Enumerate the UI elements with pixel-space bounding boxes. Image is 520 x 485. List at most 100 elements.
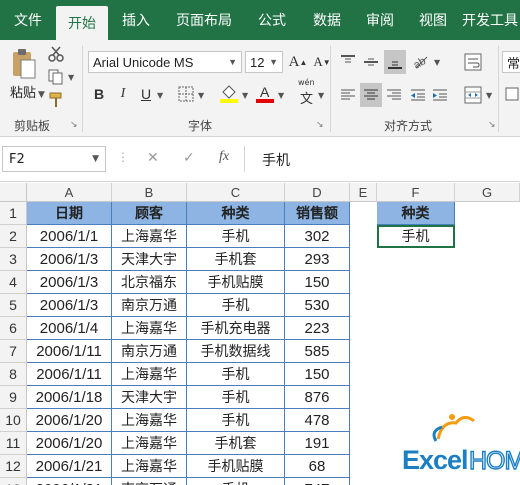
column-header-b[interactable]: B <box>112 183 187 202</box>
formula-input[interactable]: 手机 <box>262 150 290 170</box>
customer-cell[interactable]: 北京福东 <box>112 271 187 294</box>
table-header-cell[interactable]: 销售额 <box>285 202 350 225</box>
paste-icon[interactable] <box>8 46 38 82</box>
row-header[interactable]: 12 <box>0 455 27 478</box>
sales-cell[interactable]: 747 <box>285 478 350 485</box>
decrease-indent-icon[interactable] <box>408 84 428 106</box>
font-family-select[interactable]: Arial Unicode MS ▼ <box>88 51 242 73</box>
column-header-a[interactable]: A <box>27 183 112 202</box>
underline-button[interactable]: U <box>137 84 155 104</box>
tab-formulas[interactable]: 公式 <box>244 0 300 40</box>
date-cell[interactable]: 2006/1/3 <box>27 294 112 317</box>
customer-cell[interactable]: 天津大宇 <box>112 248 187 271</box>
phonetic-guide-button[interactable]: 文 <box>300 88 313 107</box>
row-header[interactable]: 4 <box>0 271 27 294</box>
category-cell[interactable]: 手机数据线 <box>187 340 285 363</box>
borders-icon[interactable] <box>176 84 196 104</box>
merge-dropdown-icon[interactable]: ▼ <box>486 91 492 100</box>
sales-cell[interactable]: 293 <box>285 248 350 271</box>
date-cell[interactable]: 2006/1/3 <box>27 248 112 271</box>
column-header-d[interactable]: D <box>285 183 350 202</box>
tab-view[interactable]: 视图 <box>406 0 460 40</box>
row-header[interactable]: 8 <box>0 363 27 386</box>
customer-cell[interactable]: 南京万通 <box>112 340 187 363</box>
number-format-select[interactable]: 常 <box>502 51 520 73</box>
column-header-c[interactable]: C <box>187 183 285 202</box>
sales-cell[interactable]: 68 <box>285 455 350 478</box>
font-color-icon[interactable]: A <box>254 82 276 104</box>
tab-review[interactable]: 审阅 <box>354 0 406 40</box>
customer-cell[interactable]: 上海嘉华 <box>112 432 187 455</box>
sales-cell[interactable]: 530 <box>285 294 350 317</box>
fill-color-icon[interactable] <box>218 82 240 104</box>
copy-icon[interactable] <box>46 67 66 87</box>
select-all-corner[interactable] <box>0 183 27 202</box>
name-box[interactable]: F2 ▼ <box>2 146 106 172</box>
date-cell[interactable]: 2006/1/11 <box>27 363 112 386</box>
bold-button[interactable]: B <box>90 84 108 104</box>
row-header[interactable]: 5 <box>0 294 27 317</box>
row-header[interactable]: 3 <box>0 248 27 271</box>
font-size-select[interactable]: 12 ▼ <box>245 51 283 73</box>
paste-button-label[interactable]: 粘贴 <box>10 82 36 101</box>
sales-cell[interactable]: 876 <box>285 386 350 409</box>
category-cell[interactable]: 手机 <box>187 294 285 317</box>
increase-indent-icon[interactable] <box>430 84 450 106</box>
sales-cell[interactable]: 191 <box>285 432 350 455</box>
align-top-icon[interactable] <box>338 51 358 73</box>
category-cell[interactable]: 手机充电器 <box>187 317 285 340</box>
tab-insert[interactable]: 插入 <box>108 0 164 40</box>
row-header[interactable]: 9 <box>0 386 27 409</box>
phonetic-dropdown-icon[interactable]: ▼ <box>318 91 324 100</box>
category-cell[interactable]: 手机套 <box>187 432 285 455</box>
tab-home[interactable]: 开始 <box>56 6 108 40</box>
category-cell[interactable]: 手机贴膜 <box>187 271 285 294</box>
criteria-value-cell[interactable]: 手机 <box>377 225 455 248</box>
customer-cell[interactable]: 上海嘉华 <box>112 455 187 478</box>
font-color-dropdown-icon[interactable]: ▼ <box>278 91 284 100</box>
sales-cell[interactable]: 585 <box>285 340 350 363</box>
align-bottom-icon[interactable] <box>384 50 406 74</box>
date-cell[interactable]: 2006/1/4 <box>27 317 112 340</box>
tab-file[interactable]: 文件 <box>0 0 56 40</box>
accounting-format-icon[interactable] <box>504 84 520 104</box>
date-cell[interactable]: 2006/1/20 <box>27 432 112 455</box>
customer-cell[interactable]: 南京万通 <box>112 478 187 485</box>
criteria-header-cell[interactable]: 种类 <box>377 202 455 225</box>
format-painter-icon[interactable] <box>46 90 66 110</box>
column-header-g[interactable]: G <box>455 183 520 202</box>
sales-cell[interactable]: 478 <box>285 409 350 432</box>
table-header-cell[interactable]: 种类 <box>187 202 285 225</box>
enter-entry-icon[interactable]: ✓ <box>183 150 195 166</box>
row-header[interactable]: 11 <box>0 432 27 455</box>
sales-cell[interactable]: 302 <box>285 225 350 248</box>
row-header[interactable]: 6 <box>0 317 27 340</box>
category-cell[interactable]: 手机贴膜 <box>187 455 285 478</box>
date-cell[interactable]: 2006/1/1 <box>27 225 112 248</box>
tab-developer[interactable]: 开发工具 <box>460 0 520 40</box>
wrap-text-icon[interactable] <box>462 51 484 73</box>
row-header[interactable]: 7 <box>0 340 27 363</box>
category-cell[interactable]: 手机 <box>187 386 285 409</box>
customer-cell[interactable]: 天津大宇 <box>112 386 187 409</box>
clipboard-launcher-icon[interactable]: ↘ <box>70 120 78 130</box>
sales-cell[interactable]: 150 <box>285 363 350 386</box>
alignment-launcher-icon[interactable]: ↘ <box>488 120 496 130</box>
cancel-entry-icon[interactable]: ✕ <box>147 150 159 166</box>
align-right-icon[interactable] <box>384 84 404 106</box>
align-middle-icon[interactable] <box>361 51 381 73</box>
fill-color-dropdown-icon[interactable]: ▼ <box>242 91 248 100</box>
date-cell[interactable]: 2006/1/3 <box>27 271 112 294</box>
paste-dropdown-icon[interactable]: ▼ <box>38 90 45 100</box>
customer-cell[interactable]: 上海嘉华 <box>112 317 187 340</box>
date-cell[interactable]: 2006/1/18 <box>27 386 112 409</box>
table-header-cell[interactable]: 日期 <box>27 202 112 225</box>
row-header[interactable]: 10 <box>0 409 27 432</box>
customer-cell[interactable]: 上海嘉华 <box>112 225 187 248</box>
customer-cell[interactable]: 上海嘉华 <box>112 363 187 386</box>
cut-icon[interactable] <box>46 44 66 64</box>
category-cell[interactable]: 手机 <box>187 363 285 386</box>
date-cell[interactable]: 2006/1/11 <box>27 340 112 363</box>
insert-function-button[interactable]: fx <box>219 149 229 165</box>
row-header[interactable]: 13 <box>0 478 27 485</box>
